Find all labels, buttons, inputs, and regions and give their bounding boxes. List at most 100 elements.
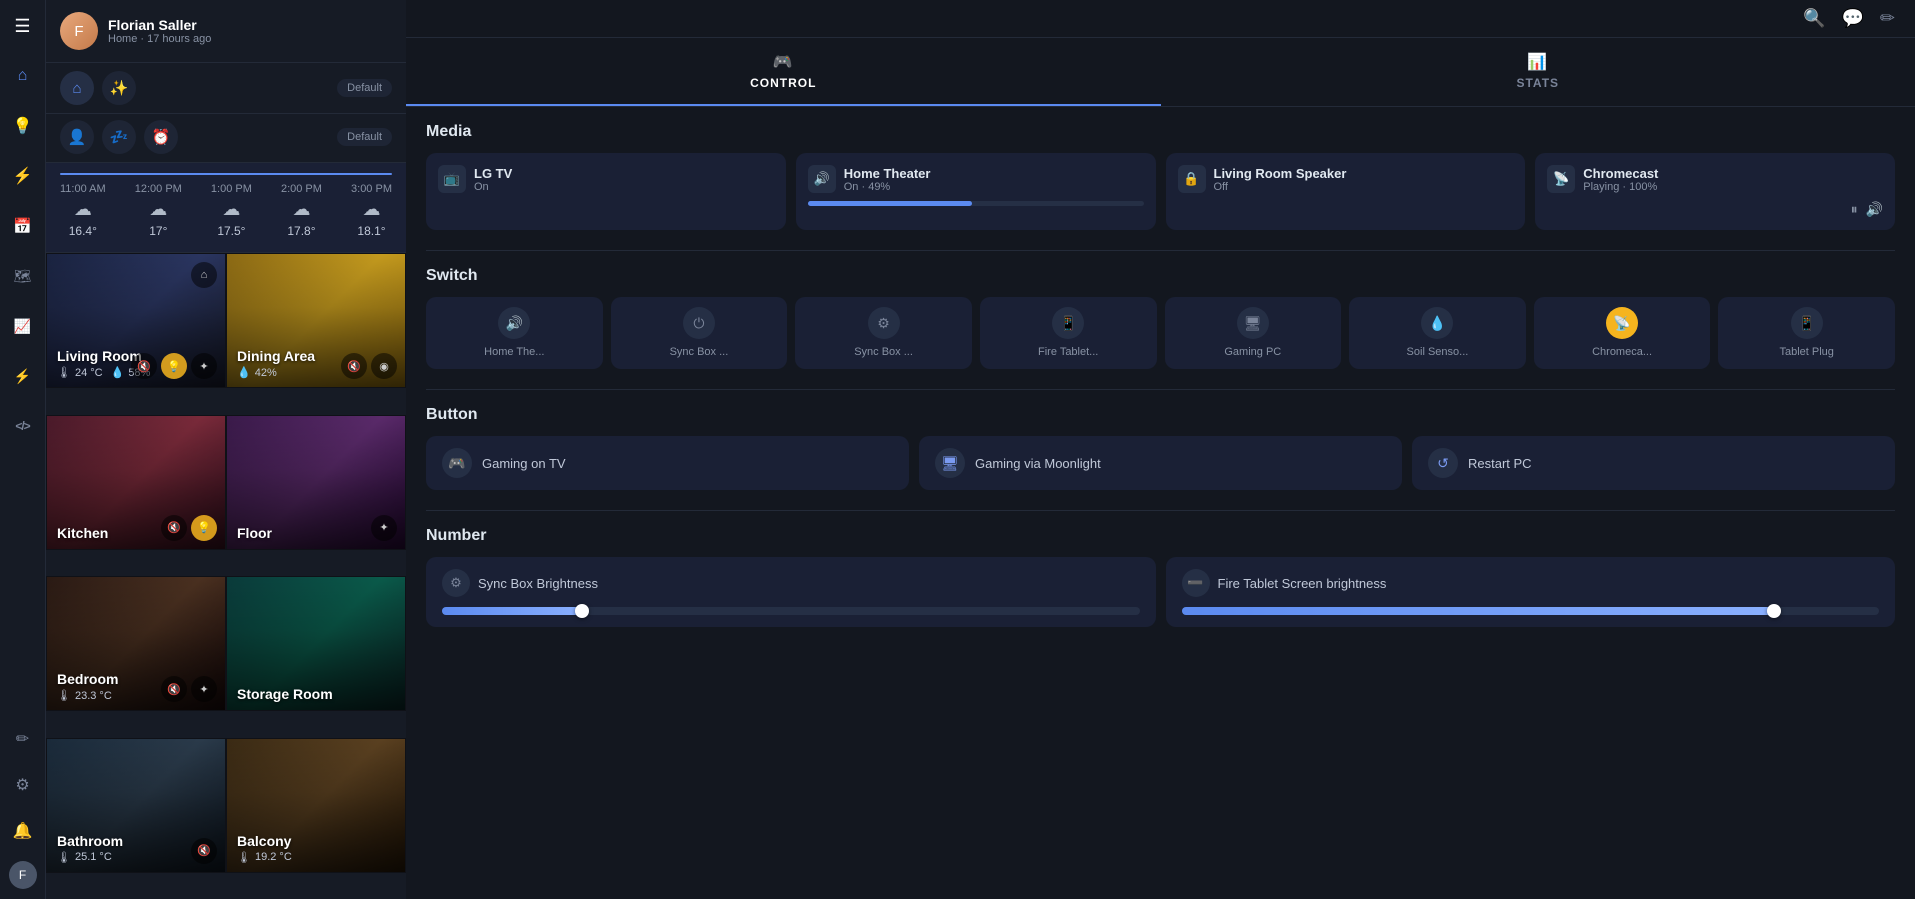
media-card-living-room-speaker[interactable]: 🔒 Living Room Speaker Off	[1166, 153, 1526, 230]
search-icon[interactable]: 🔍	[1803, 8, 1825, 29]
tab-control[interactable]: 🎮 CONTROL	[406, 38, 1161, 106]
cloud-icon-0: ☁	[74, 199, 92, 220]
mute-btn-bathroom[interactable]: 🔇	[191, 838, 217, 864]
star-btn-floor[interactable]: ✦	[371, 515, 397, 541]
switch-sync-box-1-label: Sync Box ...	[670, 345, 729, 359]
weather-time-0: 11:00 AM	[60, 183, 106, 195]
stats-tab-icon: 📊	[1527, 52, 1548, 72]
media-grid: 📺 LG TV On 🔊 Home Theater On · 49%	[426, 153, 1895, 230]
home-theater-name: Home Theater	[844, 166, 931, 181]
tab-bar: 🎮 CONTROL 📊 STATS	[406, 38, 1915, 107]
thermometer-icon: 🌡	[57, 366, 71, 379]
switch-soil-sensor-icon: 💧	[1421, 307, 1453, 339]
restart-pc-label: Restart PC	[1468, 456, 1532, 471]
weather-time-1: 12:00 PM	[135, 183, 182, 195]
sparkle-action-icon[interactable]: ✨	[102, 71, 136, 105]
switch-fire-tablet-icon: 📱	[1052, 307, 1084, 339]
developer-icon[interactable]: </>	[7, 410, 39, 442]
volume-btn[interactable]: 🔊	[1866, 201, 1883, 218]
room-card-kitchen[interactable]: Kitchen 🔇 💡	[46, 415, 226, 550]
default-badge[interactable]: Default	[337, 79, 392, 97]
room-card-balcony[interactable]: Balcony 🌡 19.2 °C	[226, 738, 406, 873]
btn-gaming-on-tv[interactable]: 🎮 Gaming on TV	[426, 436, 909, 490]
mute-btn-bedroom[interactable]: 🔇	[161, 676, 187, 702]
pencil-icon[interactable]: ✏	[7, 723, 39, 755]
room-card-bedroom[interactable]: Bedroom 🌡 23.3 °C 🔇 ✦	[46, 576, 226, 711]
media-card-lg-tv[interactable]: 📺 LG TV On	[426, 153, 786, 230]
mute-btn-kitchen[interactable]: 🔇	[161, 515, 187, 541]
weather-col-2: 1:00 PM ☁ 17.5°	[211, 183, 252, 238]
calendar-icon[interactable]: 📅	[7, 210, 39, 242]
light-btn-living[interactable]: 💡	[161, 353, 187, 379]
notifications-icon[interactable]: 🔔	[7, 815, 39, 847]
clock-action-icon[interactable]: ⏰	[144, 120, 178, 154]
control-tab-icon: 🎮	[773, 52, 794, 72]
fire-brightness-slider[interactable]	[1182, 607, 1880, 615]
media-section-title: Media	[426, 123, 1895, 141]
room-card-storage[interactable]: Storage Room	[226, 576, 406, 711]
switch-fire-tablet[interactable]: 📱 Fire Tablet...	[980, 297, 1157, 369]
switch-gaming-pc-label: Gaming PC	[1224, 345, 1281, 359]
star-btn-living[interactable]: ✦	[191, 353, 217, 379]
user-header: F Florian Saller Home · 17 hours ago	[46, 0, 406, 63]
map-icon[interactable]: 🗺	[7, 260, 39, 292]
light-btn-kitchen[interactable]: 💡	[191, 515, 217, 541]
switch-sync-box-2[interactable]: ⚙ Sync Box ...	[795, 297, 972, 369]
content-area: Media 📺 LG TV On 🔊	[406, 107, 1915, 643]
circle-btn-dining[interactable]: ◉	[371, 353, 397, 379]
default-badge-2[interactable]: Default	[337, 128, 392, 146]
switch-sync-box-1[interactable]: ⏻ Sync Box ...	[611, 297, 788, 369]
fire-brightness-thumb[interactable]	[1767, 604, 1781, 618]
star-btn-bedroom[interactable]: ✦	[191, 676, 217, 702]
devices-icon[interactable]: 💡	[7, 110, 39, 142]
number-fire-brightness: ➖ Fire Tablet Screen brightness	[1166, 557, 1896, 627]
switch-home-theater[interactable]: 🔊 Home The...	[426, 297, 603, 369]
mute-btn-living[interactable]: 🔇	[131, 353, 157, 379]
energy-icon[interactable]: ⚡	[7, 160, 39, 192]
restart-pc-icon: ↺	[1428, 448, 1458, 478]
home-nav-icon[interactable]: ⌂	[7, 60, 39, 92]
weather-times: 11:00 AM ☁ 16.4° 12:00 PM ☁ 17° 1:00 PM …	[60, 183, 392, 238]
right-panel: 🔍 💬 ✏ 🎮 CONTROL 📊 STATS Media	[406, 0, 1915, 899]
chat-icon[interactable]: 💬	[1841, 8, 1863, 29]
sync-brightness-slider[interactable]	[442, 607, 1140, 615]
menu-icon[interactable]: ☰	[7, 10, 39, 42]
pause-btn[interactable]: ⏸	[1851, 201, 1858, 218]
control-tab-label: CONTROL	[750, 76, 816, 90]
person-action-icon[interactable]: 👤	[60, 120, 94, 154]
tab-stats[interactable]: 📊 STATS	[1161, 38, 1915, 106]
btn-gaming-moonlight[interactable]: 🖥 Gaming via Moonlight	[919, 436, 1402, 490]
switch-gaming-pc[interactable]: 🖥 Gaming PC	[1165, 297, 1342, 369]
settings-icon[interactable]: ⚙	[7, 769, 39, 801]
weather-col-4: 3:00 PM ☁ 18.1°	[351, 183, 392, 238]
switch-gaming-pc-icon: 🖥	[1237, 307, 1269, 339]
edit-icon[interactable]: ✏	[1880, 8, 1895, 29]
switch-divider	[426, 389, 1895, 390]
media-card-chromecast[interactable]: 📡 Chromecast Playing · 100% ⏸ 🔊	[1535, 153, 1895, 230]
sleep-action-icon[interactable]: 💤	[102, 120, 136, 154]
room-temp-balcony: 🌡 19.2 °C	[237, 851, 395, 864]
cloud-icon-3: ☁	[292, 199, 310, 220]
stats-tab-label: STATS	[1516, 76, 1559, 90]
home-action-icon[interactable]: ⌂	[60, 71, 94, 105]
history-icon[interactable]: 📈	[7, 310, 39, 342]
user-name: Florian Saller	[108, 17, 211, 33]
gaming-tv-icon: 🎮	[442, 448, 472, 478]
room-name-storage: Storage Room	[237, 686, 395, 702]
switch-chromecast[interactable]: 📡 Chromeca...	[1534, 297, 1711, 369]
user-avatar[interactable]: F	[9, 861, 37, 889]
room-card-dining-area[interactable]: Dining Area 💧 42% 🔇 ◉	[226, 253, 406, 388]
room-name-balcony: Balcony	[237, 833, 395, 849]
home-theater-status: On · 49%	[844, 181, 931, 193]
weather-col-3: 2:00 PM ☁ 17.8°	[281, 183, 322, 238]
room-card-bathroom[interactable]: Bathroom 🌡 25.1 °C 🔇	[46, 738, 226, 873]
switch-tablet-plug[interactable]: 📱 Tablet Plug	[1718, 297, 1895, 369]
room-card-living-room[interactable]: ⌂ Living Room 🌡 24 °C 💧 58% 🔇 💡 ✦	[46, 253, 226, 388]
mute-btn-dining[interactable]: 🔇	[341, 353, 367, 379]
sync-brightness-thumb[interactable]	[575, 604, 589, 618]
media-card-home-theater[interactable]: 🔊 Home Theater On · 49%	[796, 153, 1156, 230]
room-card-floor[interactable]: Floor ✦	[226, 415, 406, 550]
btn-restart-pc[interactable]: ↺ Restart PC	[1412, 436, 1895, 490]
automation-icon[interactable]: ⚡	[7, 360, 39, 392]
switch-soil-sensor[interactable]: 💧 Soil Senso...	[1349, 297, 1526, 369]
